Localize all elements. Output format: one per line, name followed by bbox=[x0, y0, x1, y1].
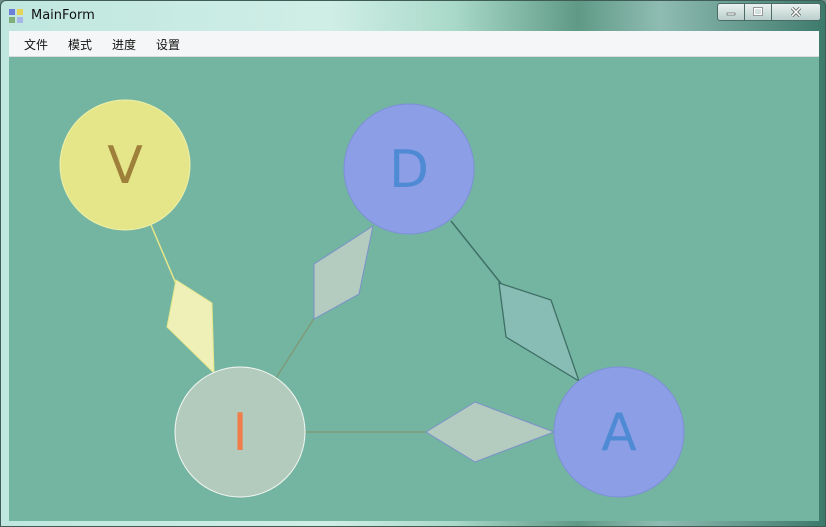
menu-bar: 文件 模式 进度 设置 bbox=[9, 31, 819, 57]
menu-progress[interactable]: 进度 bbox=[112, 36, 136, 53]
menu-settings[interactable]: 设置 bbox=[156, 36, 180, 53]
main-window: MainForm 文件 模式 进度 设置 V D I A bbox=[0, 0, 826, 527]
node-v-label: V bbox=[107, 136, 143, 196]
node-i-label: I bbox=[232, 403, 247, 463]
node-a[interactable]: A bbox=[553, 366, 685, 498]
close-icon bbox=[790, 6, 802, 18]
graph-canvas[interactable]: V D I A bbox=[9, 56, 819, 521]
title-bar[interactable]: MainForm bbox=[1, 1, 825, 31]
edge-arrow-d-a[interactable] bbox=[498, 282, 581, 383]
minimize-icon bbox=[726, 12, 736, 16]
node-i[interactable]: I bbox=[174, 366, 306, 498]
node-d-label: D bbox=[389, 140, 429, 200]
window-title: MainForm bbox=[31, 8, 95, 23]
menu-file[interactable]: 文件 bbox=[24, 36, 48, 53]
edge-arrow-i-d[interactable] bbox=[313, 224, 374, 320]
maximize-button[interactable] bbox=[744, 3, 772, 21]
node-v[interactable]: V bbox=[59, 99, 191, 231]
edge-arrow-v-i[interactable] bbox=[166, 279, 215, 375]
app-icon bbox=[9, 9, 23, 23]
edge-arrow-i-a[interactable] bbox=[425, 401, 556, 463]
maximize-icon bbox=[753, 7, 763, 16]
menu-mode[interactable]: 模式 bbox=[68, 36, 92, 53]
client-area: 文件 模式 进度 设置 V D I A bbox=[9, 31, 819, 521]
node-d[interactable]: D bbox=[343, 103, 475, 235]
close-button[interactable] bbox=[771, 3, 821, 21]
minimize-button[interactable] bbox=[717, 3, 745, 21]
node-a-label: A bbox=[601, 403, 637, 463]
